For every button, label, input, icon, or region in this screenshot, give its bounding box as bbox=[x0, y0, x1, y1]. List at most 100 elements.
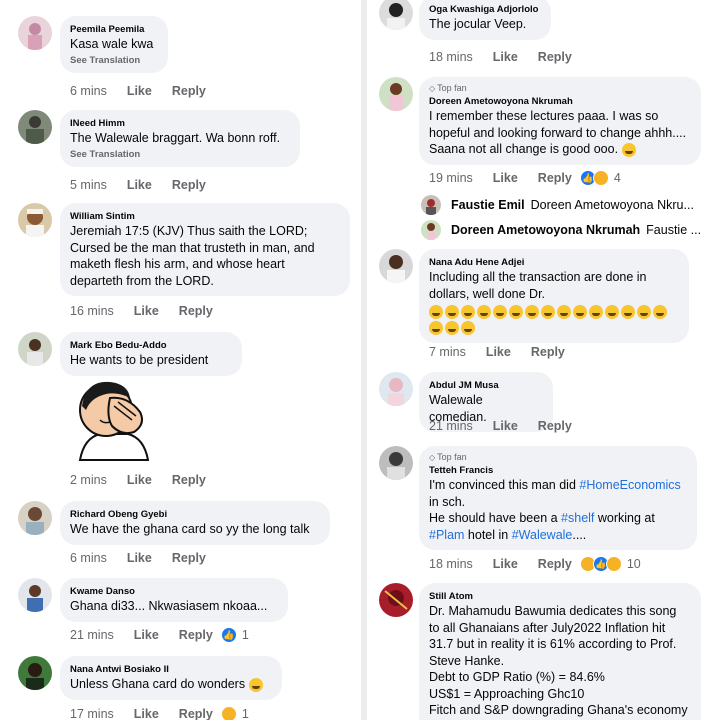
reply-button[interactable]: Reply bbox=[538, 557, 572, 571]
like-button[interactable]: Like bbox=[493, 50, 518, 64]
reply-preview-text: Doreen Ametowoyona Nkru... bbox=[530, 198, 694, 212]
comment-time[interactable]: 7 mins bbox=[429, 345, 466, 359]
comment-time[interactable]: 18 mins bbox=[429, 557, 473, 571]
facepalm-sticker[interactable] bbox=[70, 376, 160, 468]
see-translation-link[interactable]: See Translation bbox=[70, 55, 158, 66]
reply-preview[interactable]: Faustie Emil Doreen Ametowoyona Nkru... bbox=[421, 195, 694, 215]
like-button[interactable]: Like bbox=[127, 178, 152, 192]
avatar[interactable] bbox=[379, 583, 413, 617]
avatar[interactable] bbox=[18, 501, 52, 535]
commenter-name[interactable]: Still Atom bbox=[429, 590, 691, 603]
avatar[interactable] bbox=[18, 110, 52, 144]
comment-text: We have the ghana card so yy the long ta… bbox=[70, 522, 310, 536]
reply-author-name[interactable]: Doreen Ametowoyona Nkrumah bbox=[451, 223, 640, 237]
reply-button[interactable]: Reply bbox=[538, 50, 572, 64]
like-button[interactable]: Like bbox=[134, 628, 159, 642]
reply-button[interactable]: Reply bbox=[531, 345, 565, 359]
comment-actions: 18 mins Like Reply bbox=[429, 50, 572, 64]
comment-time[interactable]: 6 mins bbox=[70, 84, 107, 98]
like-button[interactable]: Like bbox=[134, 304, 159, 318]
reply-preview-text: Faustie ... bbox=[646, 223, 702, 237]
comment-time[interactable]: 19 mins bbox=[429, 171, 473, 185]
avatar[interactable] bbox=[379, 446, 413, 480]
reply-button[interactable]: Reply bbox=[172, 473, 206, 487]
smiling-emoji-icon bbox=[621, 142, 636, 157]
reactions-summary[interactable]: 👍 bbox=[220, 627, 237, 643]
avatar[interactable] bbox=[421, 220, 441, 240]
reply-button[interactable]: Reply bbox=[179, 628, 213, 642]
like-button[interactable]: Like bbox=[134, 707, 159, 720]
commenter-name[interactable]: Doreen Ametowoyona Nkrumah bbox=[429, 95, 691, 108]
laughing-emoji-icon bbox=[573, 304, 587, 319]
laughing-emoji-icon bbox=[653, 304, 667, 319]
comment-actions: 7 mins Like Reply bbox=[429, 345, 565, 359]
avatar[interactable] bbox=[379, 0, 413, 30]
reply-button[interactable]: Reply bbox=[538, 419, 572, 433]
avatar[interactable] bbox=[18, 656, 52, 690]
comment-actions: 17 mins Like Reply 1 bbox=[70, 706, 249, 720]
comment-text: The jocular Veep. bbox=[429, 17, 527, 31]
reply-button[interactable]: Reply bbox=[538, 171, 572, 185]
reply-button[interactable]: Reply bbox=[179, 304, 213, 318]
diamond-icon: ◇ bbox=[429, 84, 436, 93]
avatar[interactable] bbox=[18, 203, 52, 237]
comment-time[interactable]: 16 mins bbox=[70, 304, 114, 318]
comment-time[interactable]: 6 mins bbox=[70, 551, 107, 565]
reply-author-name[interactable]: Faustie Emil bbox=[451, 198, 525, 212]
see-translation-link[interactable]: See Translation bbox=[70, 149, 290, 160]
avatar[interactable] bbox=[18, 16, 52, 50]
like-button[interactable]: Like bbox=[127, 84, 152, 98]
avatar[interactable] bbox=[18, 332, 52, 366]
reply-button[interactable]: Reply bbox=[179, 707, 213, 720]
like-button[interactable]: Like bbox=[486, 345, 511, 359]
avatar[interactable] bbox=[379, 249, 413, 283]
comment-text-content: Unless Ghana card do wonders bbox=[70, 677, 246, 691]
comment-time[interactable]: 18 mins bbox=[429, 50, 473, 64]
like-button[interactable]: Like bbox=[127, 473, 152, 487]
avatar[interactable] bbox=[421, 195, 441, 215]
reactions-summary[interactable]: 👍 bbox=[579, 556, 622, 572]
comment-bubble: Nana Antwi Bosiako II Unless Ghana card … bbox=[60, 656, 282, 700]
commenter-name[interactable]: Nana Antwi Bosiako II bbox=[70, 663, 272, 676]
avatar[interactable] bbox=[18, 578, 52, 612]
commenter-name[interactable]: Peemila Peemila bbox=[70, 23, 158, 36]
comment-time[interactable]: 2 mins bbox=[70, 473, 107, 487]
commenter-name[interactable]: Tetteh Francis bbox=[429, 464, 687, 477]
comment-time[interactable]: 21 mins bbox=[70, 628, 114, 642]
comment-text-part: in sch. He should have been a bbox=[429, 494, 558, 526]
comment-time[interactable]: 17 mins bbox=[70, 707, 114, 720]
comment-time[interactable]: 5 mins bbox=[70, 178, 107, 192]
commenter-name[interactable]: Nana Adu Hene Adjei bbox=[429, 256, 679, 269]
like-button[interactable]: Like bbox=[493, 171, 518, 185]
reply-button[interactable]: Reply bbox=[172, 551, 206, 565]
commenter-name[interactable]: Mark Ebo Bedu-Addo bbox=[70, 339, 232, 352]
comment-text-part: hotel in bbox=[464, 527, 512, 542]
like-button[interactable]: Like bbox=[493, 557, 518, 571]
commenter-name[interactable]: Kwame Danso bbox=[70, 585, 278, 598]
hashtag-link[interactable]: #shelf bbox=[561, 511, 594, 525]
commenter-name[interactable]: Richard Obeng Gyebi bbox=[70, 508, 320, 521]
like-button[interactable]: Like bbox=[493, 419, 518, 433]
commenter-name[interactable]: William Sintim bbox=[70, 210, 340, 223]
reply-button[interactable]: Reply bbox=[172, 178, 206, 192]
reactions-summary[interactable] bbox=[220, 706, 237, 720]
comment-text: Ghana di33... Nkwasiasem nkoaa... bbox=[70, 599, 268, 613]
reply-preview[interactable]: Doreen Ametowoyona Nkrumah Faustie ... bbox=[421, 220, 701, 240]
commenter-name[interactable]: Oga Kwashiga Adjorlolo bbox=[429, 3, 541, 16]
comment-bubble: Peemila Peemila Kasa wale kwa See Transl… bbox=[60, 16, 168, 73]
commenter-name[interactable]: INeed Himm bbox=[70, 117, 290, 130]
comment-text-part: .... bbox=[572, 527, 587, 542]
laughing-emoji-icon bbox=[605, 304, 619, 319]
haha-reaction-icon bbox=[592, 170, 609, 186]
hashtag-link[interactable]: #HomeEconomics bbox=[579, 478, 680, 492]
comment-time[interactable]: 21 mins bbox=[429, 419, 473, 433]
like-button[interactable]: Like bbox=[127, 551, 152, 565]
commenter-name[interactable]: Abdul JM Musa bbox=[429, 379, 543, 392]
reply-button[interactable]: Reply bbox=[172, 84, 206, 98]
avatar[interactable] bbox=[379, 77, 413, 111]
hashtag-link[interactable]: #Walewale bbox=[512, 528, 573, 542]
avatar[interactable] bbox=[379, 372, 413, 406]
hashtag-link[interactable]: #Plam bbox=[429, 528, 464, 542]
reactions-summary[interactable]: 👍 bbox=[579, 170, 609, 186]
right-screenshot-panel: Oga Kwashiga Adjorlolo The jocular Veep.… bbox=[367, 0, 720, 720]
